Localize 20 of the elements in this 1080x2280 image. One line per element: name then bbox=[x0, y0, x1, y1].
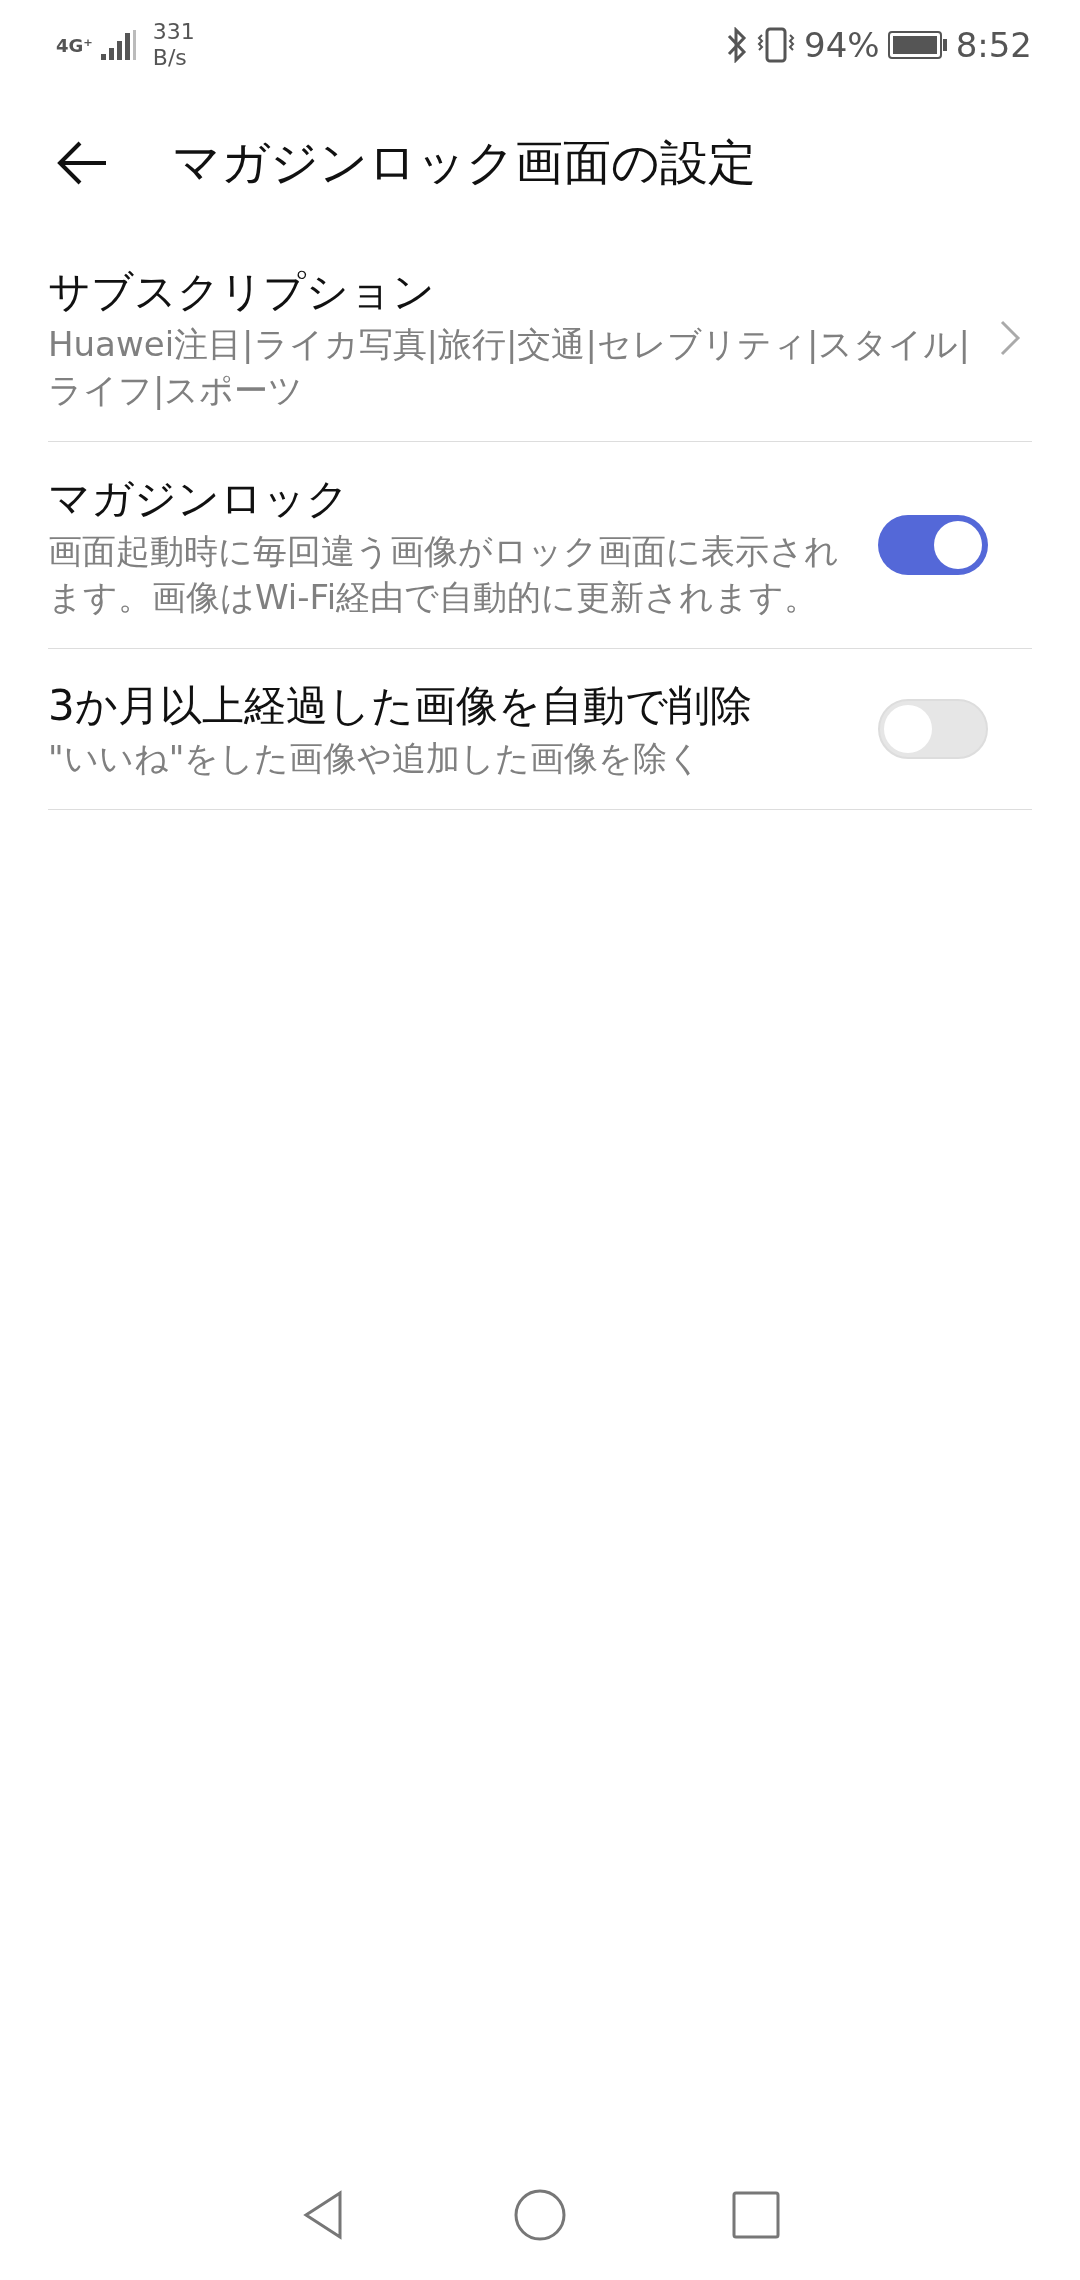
battery-percent: 94% bbox=[804, 25, 880, 65]
setting-title: サブスクリプション bbox=[48, 266, 436, 318]
setting-description: Huawei注目|ライカ写真|旅行|交通|セレブリティ|スタイル|ライフ|スポーツ bbox=[48, 323, 971, 412]
setting-description: 画面起動時に毎回違う画像がロック画面に表示されます。画像はWi-Fi経由で自動的に更新されます。 bbox=[48, 530, 840, 619]
chevron-right-icon bbox=[998, 318, 1022, 358]
setting-title: マガジンロック bbox=[48, 473, 350, 525]
toggle-switch[interactable] bbox=[878, 699, 988, 759]
setting-description: "いいね"をした画像や追加した画像を除く bbox=[48, 737, 704, 780]
clock: 8:52 bbox=[955, 25, 1032, 65]
bluetooth-icon bbox=[726, 27, 749, 63]
settings-row[interactable]: サブスクリプション Huawei注目|ライカ写真|旅行|交通|セレブリティ|スタイル|ライフ|スポーツ bbox=[48, 235, 1032, 442]
speed-unit: B/s bbox=[152, 45, 188, 71]
setting-title: 3か月以上経過した画像を自動で削除 bbox=[48, 680, 753, 732]
home-nav-icon[interactable] bbox=[512, 2187, 568, 2243]
vibrate-icon bbox=[756, 25, 797, 65]
battery-icon bbox=[887, 30, 948, 60]
network-type: 4G⁺ bbox=[56, 34, 93, 56]
page-title: マガジンロック画面の設定 bbox=[172, 132, 756, 192]
toggle-switch[interactable] bbox=[878, 515, 988, 575]
network-speed: 331 bbox=[152, 19, 195, 45]
